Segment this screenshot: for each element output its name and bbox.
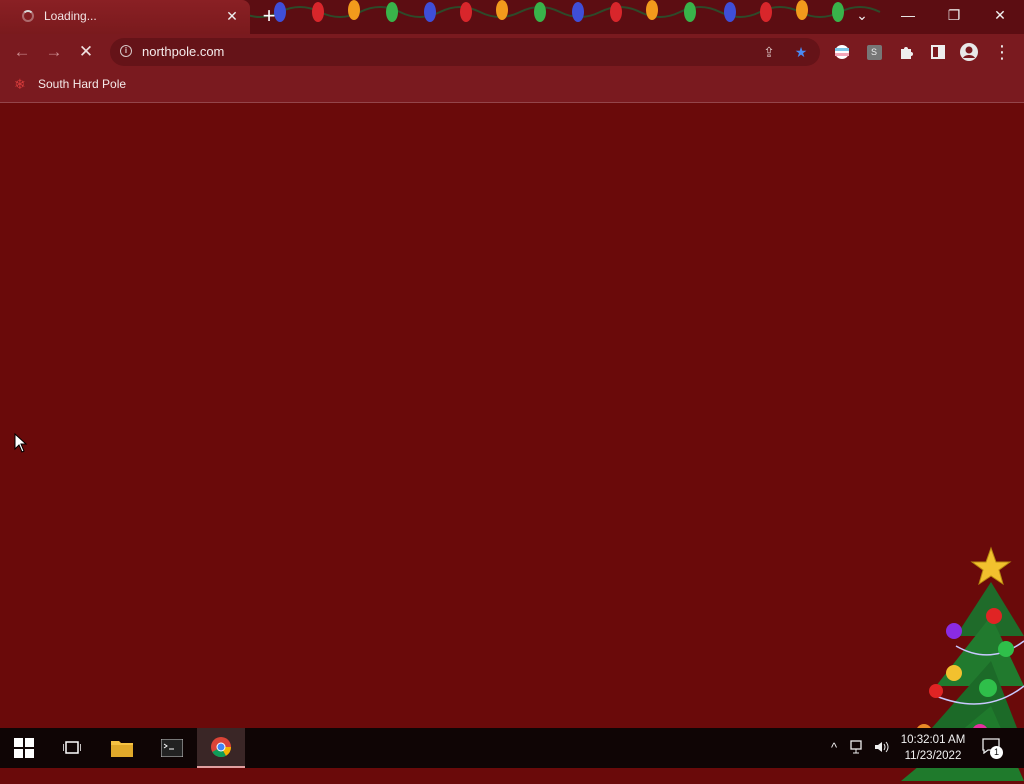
action-center-button[interactable]: 1	[982, 738, 1003, 759]
browser-toolbar: ← → ✕ i northpole.com ⇪ ★ S ⋮	[0, 34, 1024, 70]
loading-spinner-icon	[22, 10, 34, 22]
windows-logo-icon	[14, 738, 34, 758]
side-panel-icon[interactable]	[928, 42, 948, 62]
terminal-icon	[161, 739, 183, 757]
back-button[interactable]: ←	[10, 41, 34, 63]
stop-loading-button[interactable]: ✕	[74, 41, 98, 63]
task-view-icon	[63, 741, 81, 754]
file-explorer-button[interactable]	[98, 728, 146, 768]
system-clock[interactable]: 10:32:01 AM 11/23/2022	[893, 732, 973, 764]
start-button[interactable]	[0, 728, 48, 768]
window-close-button[interactable]: ✕	[978, 0, 1022, 30]
notification-count-badge: 1	[990, 746, 1003, 759]
bookmarks-bar: ❄ South Hard Pole	[0, 70, 1024, 103]
ext-s-label: S	[866, 44, 882, 60]
ext-flag-icon[interactable]	[832, 42, 852, 62]
tab-active[interactable]: Loading... ✕	[0, 0, 250, 34]
url-text[interactable]: northpole.com	[142, 44, 224, 59]
new-tab-button[interactable]: +	[258, 5, 280, 28]
page-content	[0, 103, 1024, 781]
menu-icon[interactable]: ⋮	[992, 42, 1012, 62]
volume-icon[interactable]	[874, 740, 890, 756]
mouse-cursor-icon	[14, 433, 28, 453]
snowflake-icon: ❄	[14, 76, 26, 92]
chrome-button[interactable]	[197, 728, 245, 768]
network-icon[interactable]	[850, 740, 866, 756]
profile-icon[interactable]	[959, 42, 979, 62]
puzzle-icon[interactable]	[896, 42, 916, 62]
tab-search-button[interactable]: ⌄	[840, 0, 884, 30]
address-bar[interactable]: i northpole.com ⇪ ★	[110, 38, 820, 66]
show-hidden-icons-button[interactable]: ^	[826, 740, 842, 756]
windows-taskbar: ^ 10:32:01 AM 11/23/2022 1	[0, 728, 1024, 768]
ext-s-icon[interactable]: S	[864, 42, 884, 62]
chrome-icon	[211, 737, 232, 758]
forward-button[interactable]: →	[42, 41, 66, 63]
tab-strip: Loading... ✕ + ⌄ — ❐ ✕	[0, 0, 1024, 34]
minimize-button[interactable]: —	[886, 0, 930, 30]
bookmark-item[interactable]: ❄ South Hard Pole	[14, 77, 126, 91]
task-view-button[interactable]	[48, 728, 96, 768]
share-icon[interactable]: ⇪	[760, 43, 778, 61]
folder-icon	[111, 741, 133, 757]
terminal-button[interactable]	[148, 728, 196, 768]
clock-time: 10:32:01 AM	[900, 734, 966, 746]
clock-date: 11/23/2022	[904, 750, 962, 762]
tab-title: Loading...	[44, 9, 97, 23]
restore-button[interactable]: ❐	[932, 0, 976, 30]
bookmark-label: South Hard Pole	[38, 77, 127, 91]
site-info-icon[interactable]: i	[120, 45, 132, 57]
bookmark-star-icon[interactable]: ★	[792, 43, 810, 61]
tab-close-icon[interactable]: ✕	[224, 8, 240, 24]
